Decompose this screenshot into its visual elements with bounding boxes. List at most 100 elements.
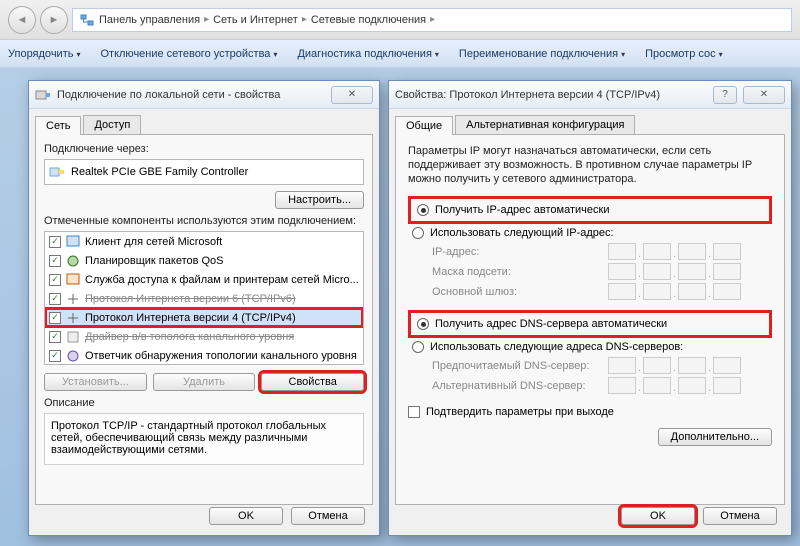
list-item[interactable]: ✓ Клиент для сетей Microsoft [45,232,363,251]
cancel-button[interactable]: Отмена [703,507,777,525]
tab-body: Параметры IP могут назначаться автоматич… [395,135,785,505]
radio-ip-manual[interactable]: Использовать следующий IP-адрес: [412,227,772,239]
toolbar-disable[interactable]: Отключение сетевого устройства [100,48,277,60]
tab-strip: Общие Альтернативная конфигурация [395,115,785,135]
radio-icon[interactable] [417,204,429,216]
chevron-right-icon: ▸ [430,14,435,25]
advanced-button[interactable]: Дополнительно... [658,428,772,446]
gateway-label: Основной шлюз: [432,286,600,298]
tab-general[interactable]: Общие [395,116,453,135]
forward-button[interactable]: ► [40,6,68,34]
responder-icon [65,348,81,364]
breadcrumb[interactable]: Сеть и Интернет [213,14,298,26]
description-label: Описание [44,397,364,409]
dns1-label: Предпочитаемый DNS-сервер: [432,360,600,372]
radio-label: Использовать следующие адреса DNS-сервер… [430,341,683,353]
adapter-box: Realtek PCIe GBE Family Controller [44,159,364,185]
ip-input: ... [608,243,741,260]
titlebar[interactable]: Свойства: Протокол Интернета версии 4 (T… [389,81,791,109]
titlebar[interactable]: Подключение по локальной сети - свойства… [29,81,379,109]
cancel-button[interactable]: Отмена [291,507,365,525]
chevron-right-icon: ▸ [204,14,209,25]
list-item[interactable]: ✓ Служба доступа к файлам и принтерам се… [45,270,363,289]
list-item[interactable]: ✓ Ответчик обнаружения топологии канальн… [45,346,363,365]
radio-icon[interactable] [417,318,429,330]
tab-body: Подключение через: Realtek PCIe GBE Fami… [35,135,373,505]
instructions-text: Параметры IP могут назначаться автоматич… [408,145,772,186]
tab-access[interactable]: Доступ [83,115,141,134]
dns2-label: Альтернативный DNS-сервер: [432,380,600,392]
breadcrumb[interactable]: Панель управления [99,14,200,26]
tab-strip: Сеть Доступ [35,115,373,135]
client-icon [65,234,81,250]
radio-dns-manual[interactable]: Использовать следующие адреса DNS-сервер… [412,341,772,353]
toolbar-organize[interactable]: Упорядочить [8,48,80,60]
breadcrumb[interactable]: Сетевые подключения [311,14,426,26]
dialog-title: Свойства: Протокол Интернета версии 4 (T… [395,89,660,101]
install-button[interactable]: Установить... [44,373,147,391]
ok-button[interactable]: OK [621,507,695,525]
toolbar-view[interactable]: Просмотр сос [645,48,723,60]
checkbox-icon[interactable]: ✓ [49,350,61,362]
properties-button[interactable]: Свойства [261,373,364,391]
explorer-nav: ◄ ► Панель управления ▸ Сеть и Интернет … [0,0,800,40]
mask-label: Маска подсети: [432,266,600,278]
checkbox-icon[interactable]: ✓ [49,236,61,248]
checkbox-icon[interactable]: ✓ [49,274,61,286]
component-list[interactable]: ✓ Клиент для сетей Microsoft ✓ Планировщ… [44,231,364,365]
ip-label: IP-адрес: [432,246,600,258]
address-bar[interactable]: Панель управления ▸ Сеть и Интернет ▸ Се… [72,8,792,32]
checkbox-icon[interactable]: ✓ [49,255,61,267]
toolbar: Упорядочить Отключение сетевого устройст… [0,40,800,68]
back-button[interactable]: ◄ [8,6,36,34]
checkbox-icon[interactable] [408,406,420,418]
radio-label: Использовать следующий IP-адрес: [430,227,614,239]
configure-button[interactable]: Настроить... [275,191,364,209]
list-item[interactable]: ✓ Планировщик пакетов QoS [45,251,363,270]
list-item-label: Драйвер в/в тополога канального уровня [85,331,294,343]
radio-label: Получить адрес DNS-сервера автоматически [435,318,667,330]
checkbox-icon[interactable]: ✓ [49,312,61,324]
adapter-name: Realtek PCIe GBE Family Controller [71,166,248,178]
list-item-ipv4[interactable]: ✓ Протокол Интернета версии 4 (TCP/IPv4) [45,308,363,327]
toolbar-rename[interactable]: Переименование подключения [459,48,625,60]
adapter-icon [49,164,65,180]
highlight-dns-auto: Получить адрес DNS-сервера автоматически [408,310,772,338]
radio-icon[interactable] [412,227,424,239]
list-item[interactable]: ✓ Протокол Интернета версии 6 (TCP/IPv6) [45,289,363,308]
driver-icon [65,329,81,345]
close-button[interactable]: ✕ [331,86,373,104]
dialog-title: Подключение по локальной сети - свойства [57,89,280,101]
help-button[interactable]: ? [713,86,737,104]
checkbox-icon[interactable]: ✓ [49,331,61,343]
chevron-right-icon: ▸ [302,14,307,25]
radio-dns-auto[interactable]: Получить адрес DNS-сервера автоматически [417,318,767,330]
checkbox-label: Подтвердить параметры при выходе [426,406,614,418]
ok-button[interactable]: OK [209,507,283,525]
radio-icon[interactable] [412,341,424,353]
ipv4-properties-dialog: Свойства: Протокол Интернета версии 4 (T… [388,80,792,536]
radio-ip-auto[interactable]: Получить IP-адрес автоматически [417,204,767,216]
protocol-icon [65,310,81,326]
list-item-label: Планировщик пакетов QoS [85,255,224,267]
protocol-icon [65,291,81,307]
mask-input: ... [608,263,741,280]
list-item-label: Ответчик обнаружения топологии канальног… [85,350,357,362]
uninstall-button[interactable]: Удалить [153,373,256,391]
list-item-label: Служба доступа к файлам и принтерам сете… [85,274,359,286]
close-button[interactable]: ✕ [743,86,785,104]
network-icon [79,12,95,28]
list-item[interactable]: ✓ Драйвер в/в тополога канального уровня [45,327,363,346]
list-item-label: Клиент для сетей Microsoft [85,236,222,248]
tab-network[interactable]: Сеть [35,116,81,135]
qos-icon [65,253,81,269]
checkbox-icon[interactable]: ✓ [49,293,61,305]
toolbar-diagnose[interactable]: Диагностика подключения [297,48,438,60]
gateway-input: ... [608,283,741,300]
share-icon [65,272,81,288]
confirm-on-exit[interactable]: Подтвердить параметры при выходе [408,406,772,418]
highlight-ip-auto: Получить IP-адрес автоматически [408,196,772,224]
radio-label: Получить IP-адрес автоматически [435,204,609,216]
list-item-label: Протокол Интернета версии 4 (TCP/IPv4) [85,312,296,324]
tab-alternate[interactable]: Альтернативная конфигурация [455,115,635,134]
